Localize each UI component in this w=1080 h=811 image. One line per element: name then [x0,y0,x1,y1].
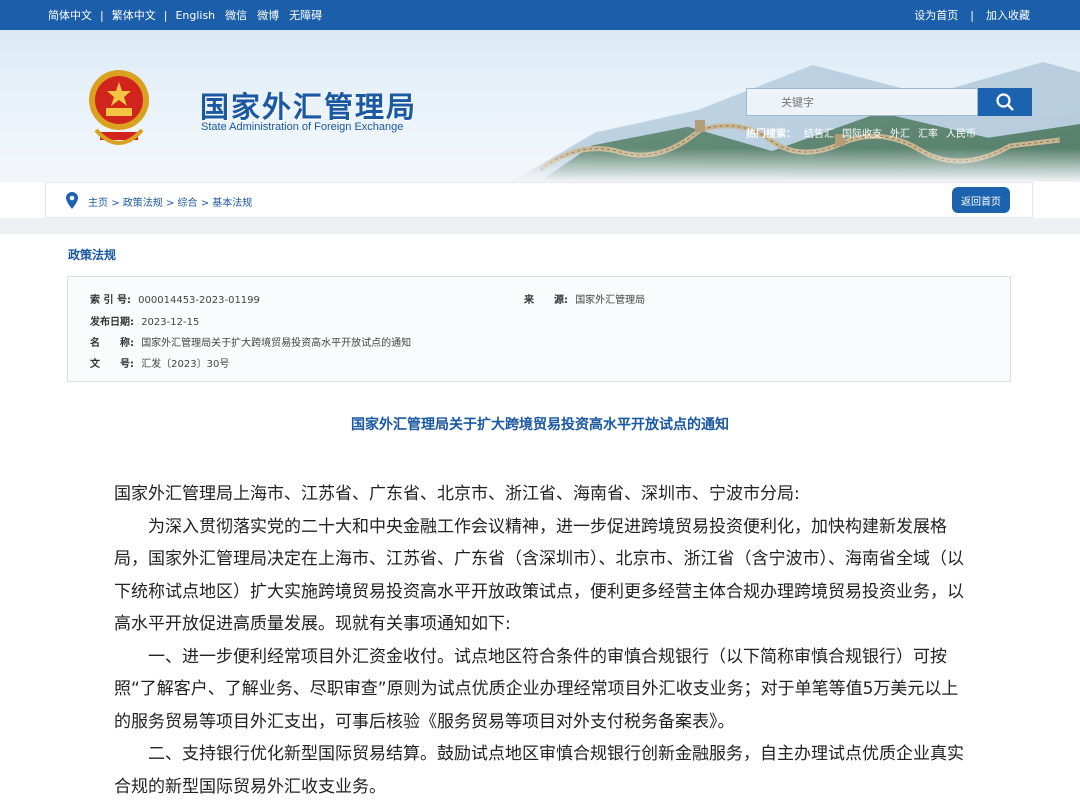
salutation: 国家外汇管理局上海市、江苏省、广东省、北京市、浙江省、海南省、深圳市、宁波市分局… [114,484,800,504]
breadcrumb-item-policy[interactable]: 政策法规 [123,198,163,209]
breadcrumb-item-general[interactable]: 综合 [178,198,198,209]
weibo-link[interactable]: 微博 [257,7,279,23]
wechat-link[interactable]: 微信 [225,7,247,23]
meta-name-label: 名 称: [90,338,134,349]
document-body: 国家外汇管理局上海市、江苏省、广东省、北京市、浙江省、海南省、深圳市、宁波市分局… [114,478,966,803]
banner-fade [0,148,1080,182]
meta-date-value: 2023-12-15 [141,317,200,328]
top-bar: 简体中文 | 繁体中文 | English 微信 微博 无障碍 设为首页 | 加… [0,0,1080,30]
meta-source-label: 来 源: [524,295,568,306]
top-bar-left-links: 简体中文 | 繁体中文 | English 微信 微博 无障碍 [48,0,322,30]
accessibility-link[interactable]: 无障碍 [289,7,322,23]
meta-index-value: 000014453-2023-01199 [138,295,260,306]
document-title: 国家外汇管理局关于扩大跨境贸易投资高水平开放试点的通知 [351,417,729,433]
meta-name-value: 国家外汇管理局关于扩大跨境贸易投资高水平开放试点的通知 [141,338,412,349]
add-favorite-link[interactable]: 加入收藏 [986,7,1030,23]
location-pin-icon [66,192,78,209]
divider: | [100,8,104,22]
hot-term-link[interactable]: 结售汇 [804,125,834,140]
paragraph: 为深入贯彻落实党的二十大和中央金融工作会议精神，进一步促进跨境贸易投资便利化，加… [114,516,964,635]
hot-term-link[interactable]: 汇率 [918,125,938,140]
meta-index-label: 索 引 号: [90,295,131,306]
breadcrumb-separator: > [200,198,210,209]
meta-name: 名 称: 国家外汇管理局关于扩大跨境贸易投资高水平开放试点的通知 [90,334,411,349]
meta-date: 发布日期: 2023-12-15 [90,313,199,328]
lang-english-link[interactable]: English [175,9,215,22]
breadcrumb-separator: > [111,198,120,209]
divider: | [163,8,168,22]
meta-date-label: 发布日期: [90,317,134,328]
top-bar-right-links: 设为首页 | 加入收藏 [914,0,1030,30]
hot-term-link[interactable]: 外汇 [890,125,910,140]
meta-source-value: 国家外汇管理局 [575,295,646,306]
set-home-link[interactable]: 设为首页 [914,7,958,23]
meta-index: 索 引 号: 000014453-2023-01199 [90,291,260,306]
paragraph: 二、支持银行优化新型国际贸易结算。鼓励试点地区审慎合规银行创新金融服务，自主办理… [114,744,964,797]
breadcrumb-trail: 主页 > 政策法规 > 综合 > 基本法规 [88,194,252,209]
divider-strip [0,218,1080,234]
lang-traditional-link[interactable]: 繁体中文 [112,7,156,23]
search-button[interactable] [978,88,1032,116]
site-title: 国家外汇管理局 [200,90,418,124]
hot-search-label: 热门搜索： [746,129,796,140]
breadcrumb-item-basic-regs[interactable]: 基本法规 [212,198,252,209]
meta-docno-label: 文 号: [90,359,134,370]
document-metadata: 索 引 号: 000014453-2023-01199 来 源: 国家外汇管理局… [67,276,1011,382]
meta-docno-value: 汇发〔2023〕30号 [141,359,230,370]
search-input[interactable] [746,88,978,116]
meta-docno: 文 号: 汇发〔2023〕30号 [90,355,229,370]
national-emblem-icon [89,70,149,145]
lang-simplified-link[interactable]: 简体中文 [48,7,92,23]
header-banner: 国家外汇管理局 State Administration of Foreign … [0,30,1080,182]
breadcrumb-item-home[interactable]: 主页 [88,198,108,209]
breadcrumb-separator: > [165,198,175,209]
hot-term-link[interactable]: 国际收支 [842,125,882,140]
section-title: 政策法规 [68,248,117,262]
hot-term-link[interactable]: 人民币 [946,125,976,140]
hot-search: 热门搜索： 结售汇 国际收支 外汇 汇率 人民币 [746,125,976,140]
back-home-button[interactable]: 返回首页 [952,187,1010,213]
divider: | [970,8,974,22]
breadcrumb: 主页 > 政策法规 > 综合 > 基本法规 返回首页 [45,182,1033,218]
search-icon [996,93,1014,111]
meta-source: 来 源: 国家外汇管理局 [524,291,645,306]
paragraph: 一、进一步便利经常项目外汇资金收付。试点地区符合条件的审慎合规银行（以下简称审慎… [114,646,959,732]
site-subtitle: State Administration of Foreign Exchange [201,121,404,133]
search-box [746,88,1032,116]
